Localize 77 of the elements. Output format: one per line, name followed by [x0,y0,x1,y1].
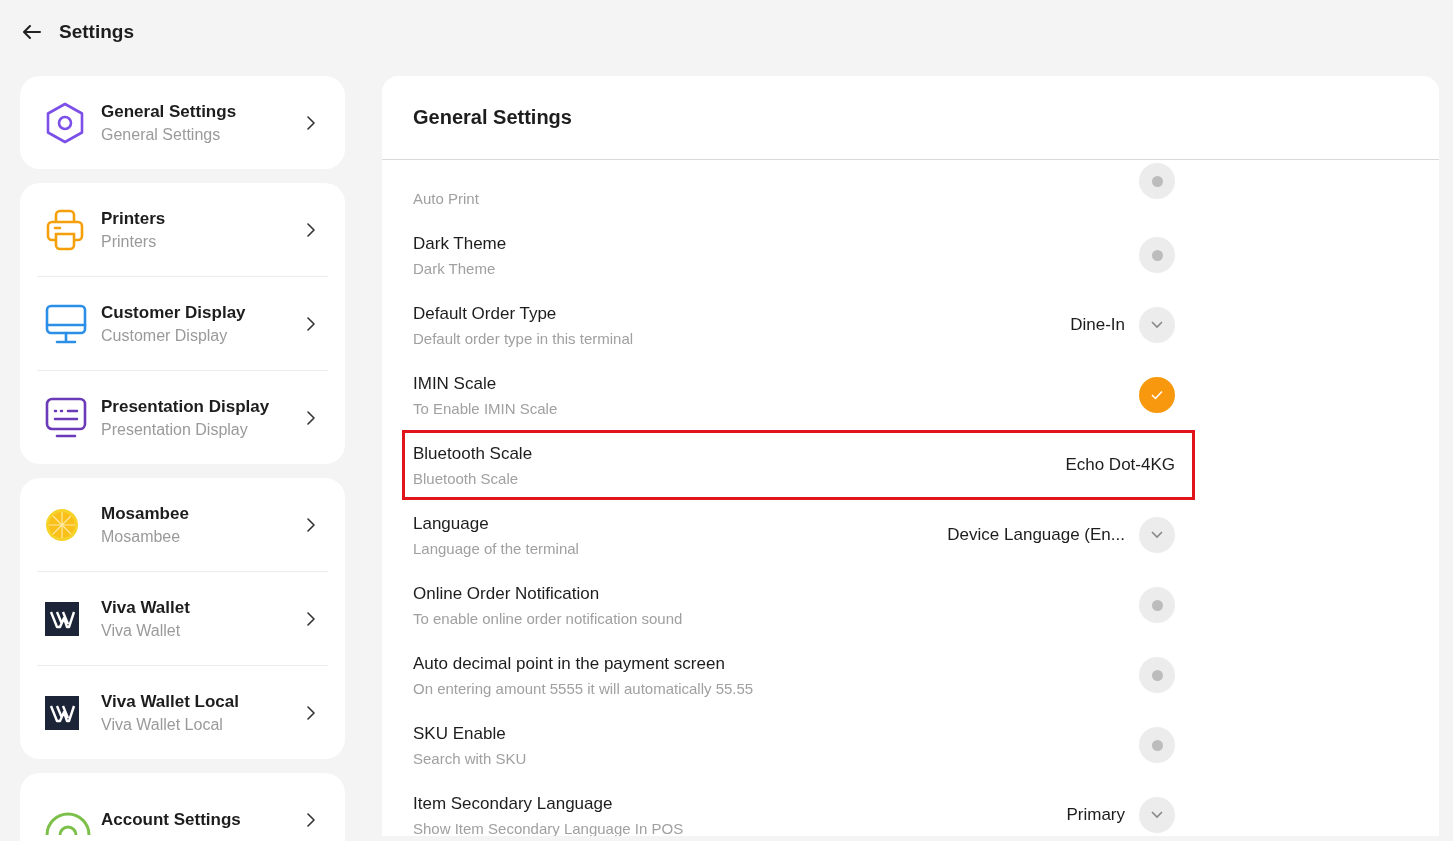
settings-menu-item[interactable]: Account Settings [37,773,328,841]
selected-value: Primary [1066,805,1125,825]
setting-description: To enable online order notification sound [413,609,684,627]
menu-item-subtitle: Printers [101,232,158,251]
setting-title: Auto decimal point in the payment screen [413,653,726,674]
chevron-right-icon [307,410,315,425]
monitor-icon [45,302,87,345]
panel-title: General Settings [413,106,572,129]
chevron-right-icon [307,316,315,331]
chevron-right-icon [307,222,315,237]
menu-item-title: Mosambee [101,503,190,524]
chevron-down-icon [1151,531,1163,539]
setting-value: Echo Dot-4KG [1065,455,1175,475]
setting-title: Language [413,513,490,534]
menu-item-title: Account Settings [101,809,242,830]
chevron-right-icon [307,705,315,720]
setting-title: Dark Theme [413,233,508,254]
menu-item-subtitle: Presentation Display [101,420,249,439]
menu-item-title: Printers [101,208,167,229]
settings-menu-item[interactable]: Printers Printers [37,183,328,276]
toggle-switch[interactable] [1139,727,1175,763]
dropdown-button[interactable] [1139,517,1175,553]
setting-description: To Enable IMIN Scale [413,399,559,417]
presentation-screen-icon [45,396,87,439]
chevron-right-icon [307,611,315,626]
page-title: Settings [59,21,134,43]
setting-description: On entering amount 5555 it will automatically 55.55 [413,679,755,697]
settings-menu-item[interactable]: Presentation Display Presentation Display [37,370,328,464]
settings-menu-item[interactable]: Mosambee Mosambee [37,478,328,571]
menu-item-title: Customer Display [101,302,247,323]
setting-description: Auto Print [413,190,480,207]
settings-menu-item[interactable]: Viva Wallet Local Viva Wallet Local [37,665,328,759]
settings-menu-item[interactable]: Viva Wallet Viva Wallet [37,571,328,665]
toggle-switch[interactable] [1139,237,1175,273]
check-icon [1151,390,1163,400]
menu-item-title: Presentation Display [101,396,271,417]
dropdown-button[interactable] [1139,307,1175,343]
setting-title: Bluetooth Scale [413,443,534,464]
selected-value: Dine-In [1070,315,1125,335]
menu-item-title: Viva Wallet Local [101,691,240,712]
chevron-right-icon [307,517,315,532]
menu-item-subtitle: Viva Wallet Local [101,715,224,734]
settings-menu-item[interactable]: General Settings General Settings [37,76,328,169]
setting-description: Dark Theme [413,259,497,277]
toggle-switch[interactable] [1139,163,1175,199]
chevron-right-icon [307,812,315,827]
setting-description: Bluetooth Scale [413,469,520,487]
menu-item-subtitle: General Settings [101,125,222,144]
selected-value: Device Language (En... [947,525,1125,545]
menu-item-subtitle: Viva Wallet [101,621,182,640]
settings-menu-item[interactable]: Customer Display Customer Display [37,276,328,370]
menu-item-title: Viva Wallet [101,597,191,618]
dropdown-button[interactable] [1139,797,1175,833]
w-logo-icon [45,601,79,636]
back-arrow-icon[interactable] [23,25,41,39]
lemon-slice-icon [45,507,79,542]
toggle-switch[interactable] [1139,657,1175,693]
chevron-down-icon [1151,811,1163,819]
setting-description: Default order type in this terminal [413,329,635,347]
toggle-switch[interactable] [1139,377,1175,413]
hexagon-icon [45,101,85,144]
menu-item-title: General Settings [101,101,238,122]
setting-title: SKU Enable [413,723,507,744]
setting-title: Item Secondary Language [413,793,614,814]
setting-title: Online Order Notification [413,583,601,604]
setting-description: Search with SKU [413,749,528,767]
menu-item-subtitle: Customer Display [101,326,229,345]
setting-title: Default Order Type [413,303,558,324]
menu-item-subtitle: Mosambee [101,527,182,546]
setting-description: Language of the terminal [413,539,580,557]
chevron-right-icon [307,115,315,130]
printer-icon [45,208,85,251]
toggle-switch[interactable] [1139,587,1175,623]
setting-description: Show Item Secondary Language In POS [413,819,685,836]
w-logo-icon [45,695,79,730]
setting-title: IMIN Scale [413,373,498,394]
chevron-down-icon [1151,321,1163,329]
